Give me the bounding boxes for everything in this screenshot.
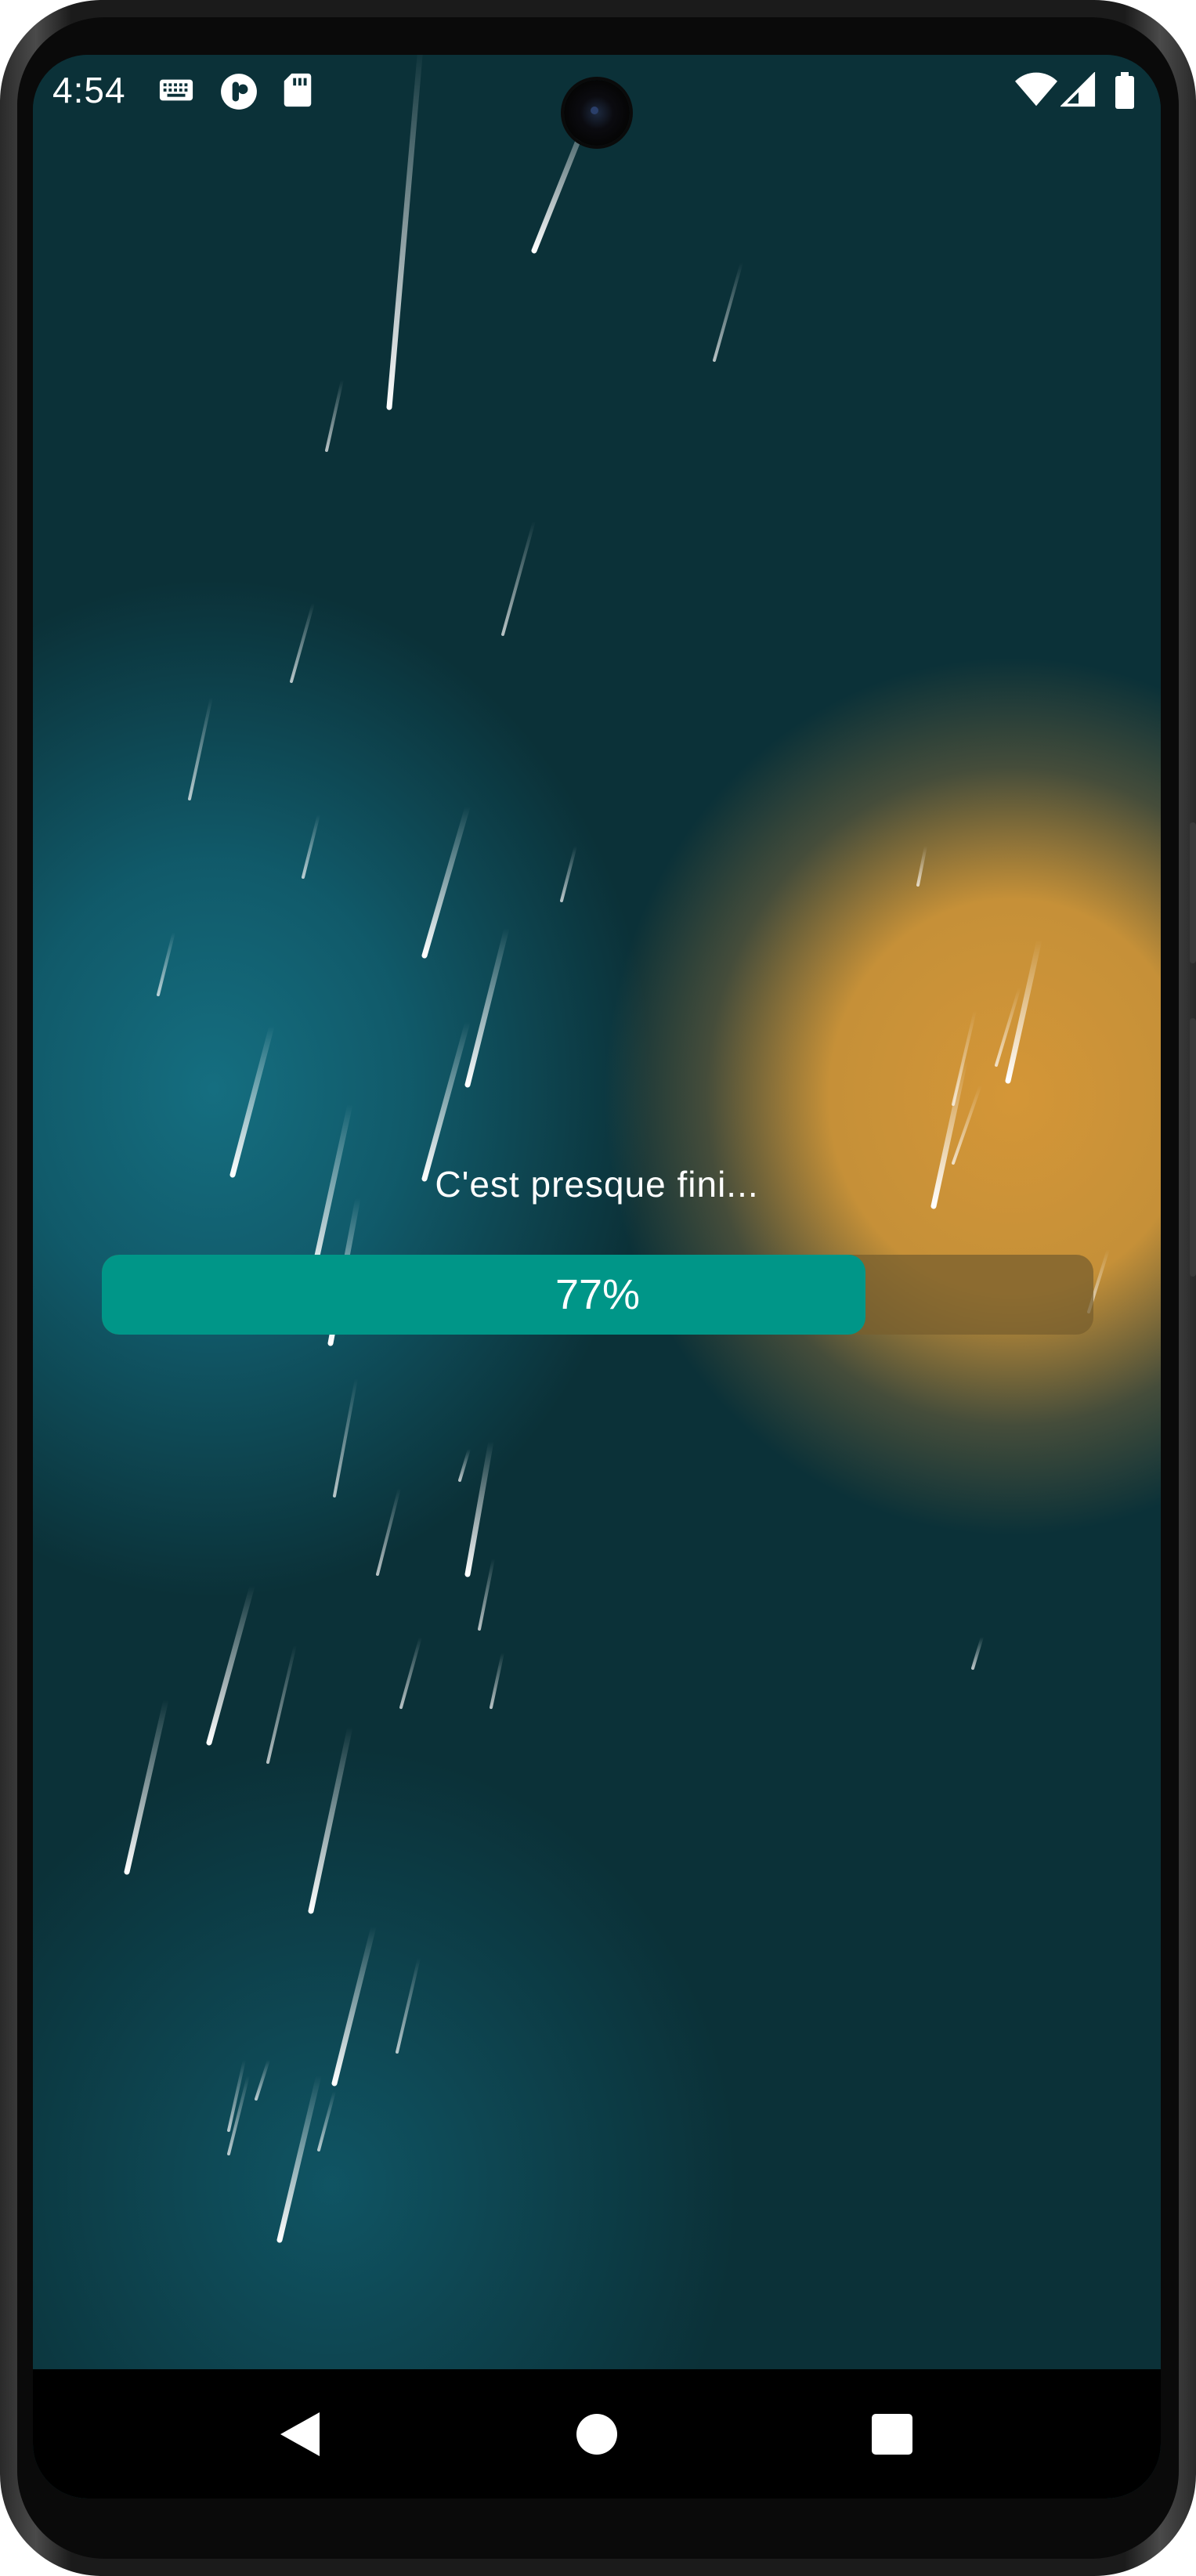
- wifi-icon: [1015, 72, 1057, 112]
- rain-drop: [124, 1696, 169, 1875]
- status-time: 4:54: [52, 70, 126, 110]
- rain-drop: [376, 1487, 401, 1576]
- loading-message: C'est presque fini...: [435, 1164, 759, 1205]
- home-icon: [575, 2412, 619, 2460]
- rain-drop: [464, 1438, 494, 1577]
- rain-drop: [276, 2072, 322, 2243]
- home-button[interactable]: [554, 2393, 640, 2479]
- progress-bar: 77%: [102, 1255, 1093, 1335]
- rain-drop: [421, 804, 471, 959]
- rain-drop: [421, 1019, 471, 1182]
- progress-label: 77%: [555, 1271, 641, 1318]
- rain-drop: [157, 930, 175, 996]
- rain-drop: [308, 1724, 353, 1914]
- rain-drop: [399, 1635, 422, 1709]
- rain-drop: [290, 602, 315, 683]
- rain-drop: [458, 1447, 471, 1482]
- back-button[interactable]: [256, 2393, 342, 2479]
- rain-drop: [331, 1924, 377, 2086]
- volume-button: [1190, 1018, 1196, 1277]
- rain-drop: [560, 844, 577, 902]
- cellular-signal-icon: [1060, 71, 1097, 112]
- navigation-bar: [33, 2369, 1161, 2498]
- rain-drop: [206, 1583, 255, 1746]
- front-camera: [564, 80, 630, 146]
- sd-card-icon: [282, 72, 313, 112]
- rain-drop: [478, 1557, 495, 1631]
- rain-drop: [971, 1635, 984, 1670]
- rain-drop: [229, 1023, 275, 1178]
- rain-drop: [255, 2058, 270, 2101]
- rain-drop: [916, 844, 927, 887]
- battery-icon: [1114, 72, 1136, 114]
- rain-drop: [713, 261, 743, 362]
- rain-drop: [396, 1956, 421, 2054]
- camera-lens: [591, 107, 598, 114]
- rain-drop: [464, 925, 510, 1088]
- assistant-icon: [219, 72, 258, 115]
- rain-drop: [266, 1643, 297, 1764]
- rain-drop: [317, 2090, 336, 2151]
- rain-drop: [188, 695, 213, 800]
- screen: 4:54 C'est presque fini... 77%: [33, 55, 1161, 2498]
- recents-icon: [871, 2413, 913, 2459]
- power-button: [1190, 822, 1196, 963]
- rain-drop: [302, 813, 320, 879]
- rain-drop: [325, 378, 344, 452]
- rain-drop: [333, 1377, 358, 1498]
- recents-button[interactable]: [849, 2393, 935, 2479]
- rain-drop: [501, 519, 536, 636]
- phone-frame: 4:54 C'est presque fini... 77%: [0, 0, 1196, 2576]
- keyboard-icon: [158, 72, 194, 112]
- rain-drop: [490, 1651, 504, 1709]
- back-icon: [277, 2411, 321, 2462]
